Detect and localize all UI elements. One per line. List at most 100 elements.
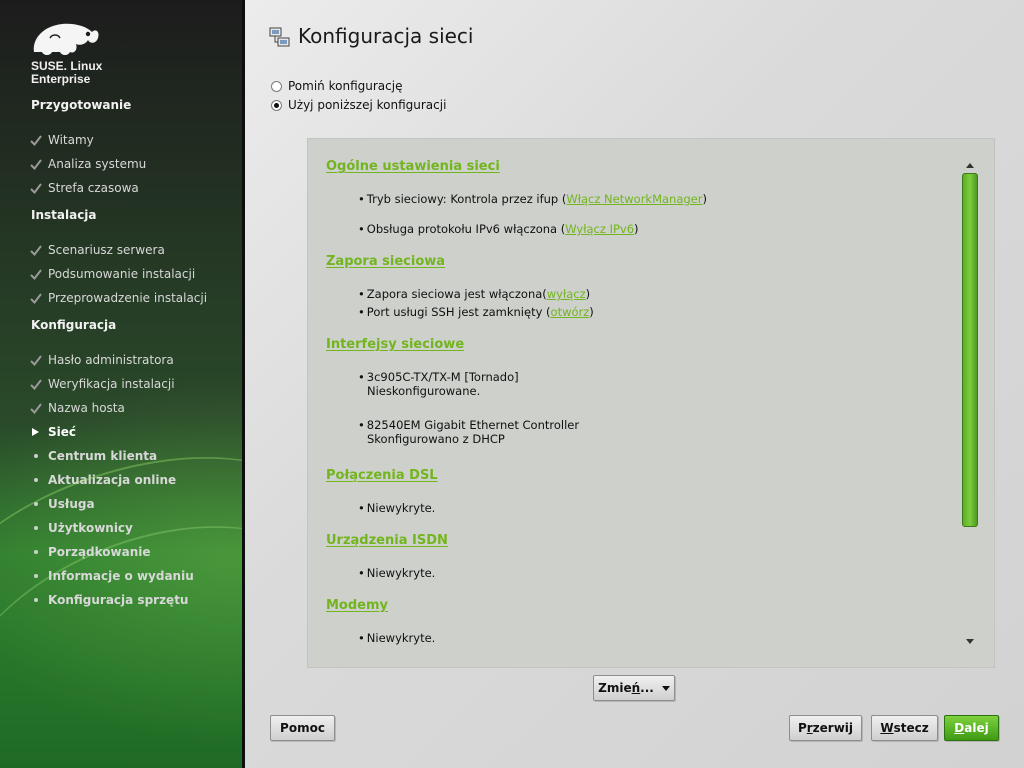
step-informacje-o-wydaniu: Informacje o wydaniu [30, 567, 194, 585]
step-label: Weryfikacja instalacji [48, 377, 175, 391]
step-analiza-systemu: Analiza systemu [30, 155, 146, 173]
checkmark-icon [30, 135, 42, 146]
skip-config-option[interactable]: Pomiń konfigurację [271, 77, 402, 95]
step-przeprowadzenie-instalacji: Przeprowadzenie instalacji [30, 289, 207, 307]
checkmark-icon [30, 403, 42, 414]
step-usluga: Usługa [30, 495, 95, 513]
checkmark-icon [30, 293, 42, 304]
scroll-up-arrow-icon[interactable] [966, 163, 974, 168]
step-label: Centrum klienta [48, 449, 158, 463]
step-label: Nazwa hosta [48, 401, 125, 415]
item-text-after: ) [634, 222, 639, 236]
item-subtext: Skonfigurowano z DHCP [367, 432, 505, 446]
step-label: Przeprowadzenie instalacji [48, 291, 208, 305]
step-siec: Sieć [30, 423, 76, 441]
radio-button-selected[interactable] [271, 99, 282, 111]
back-button[interactable]: Wstecz [871, 715, 938, 741]
section-link-network-interfaces[interactable]: Interfejsy sieciowe [326, 337, 464, 352]
change-menu-button[interactable]: Zmień... [593, 675, 675, 701]
sidebar: SUSE. Linux Enterprise Przygotowanie Wit… [0, 0, 244, 768]
step-label: Usługa [48, 497, 95, 511]
brand-text: SUSE. Linux Enterprise [31, 60, 102, 86]
step-centrum-klienta: Centrum klienta [30, 447, 157, 465]
open-ssh-port-link[interactable]: otwórz [551, 305, 590, 319]
section-instalacja: Instalacja [31, 208, 97, 222]
brand-line-2: Enterprise [31, 72, 91, 86]
checkmark-icon [30, 269, 42, 280]
chevron-down-icon [661, 685, 670, 691]
change-label: Zmień... [598, 681, 654, 695]
list-item: Niewykryte. [358, 501, 436, 515]
step-label: Podsumowanie instalacji [48, 267, 196, 281]
step-scenariusz-serwera: Scenariusz serwera [30, 241, 165, 259]
pending-dot-icon [34, 526, 38, 530]
list-item: Port usługi SSH jest zamknięty (otwórz) [358, 305, 594, 319]
scrollbar-thumb[interactable] [962, 173, 978, 527]
step-haslo-administratora: Hasło administratora [30, 351, 174, 369]
step-nazwa-hosta: Nazwa hosta [30, 399, 125, 417]
item-text: 82540EM Gigabit Ethernet Controller [366, 418, 580, 432]
step-label: Porządkowanie [48, 545, 151, 559]
disable-ipv6-link[interactable]: Wyłącz IPv6 [565, 222, 634, 236]
item-text: Zapora sieciowa jest włączona( [366, 287, 547, 301]
section-link-firewall[interactable]: Zapora sieciowa [326, 254, 445, 269]
radio-label: Użyj poniższej konfiguracji [288, 98, 447, 112]
checkmark-icon [30, 159, 42, 170]
list-item: Niewykryte. [358, 631, 436, 645]
radio-button[interactable] [271, 80, 282, 92]
section-konfiguracja: Konfiguracja [31, 318, 117, 332]
step-label: Aktualizacja online [48, 473, 177, 487]
main-content: Konfiguracja sieci Pomiń konfigurację Uż… [245, 0, 1024, 768]
use-config-option[interactable]: Użyj poniższej konfiguracji [271, 96, 446, 114]
item-text: Tryb sieciowy: Kontrola przez ifup ( [366, 192, 567, 206]
pending-dot-icon [34, 454, 38, 458]
enable-networkmanager-link[interactable]: Włącz NetworkManager [566, 192, 702, 206]
item-text-after: ) [589, 305, 594, 319]
item-text: Port usługi SSH jest zamknięty ( [366, 305, 551, 319]
disable-firewall-link[interactable]: wyłącz [547, 287, 586, 301]
item-text: Niewykryte. [366, 566, 436, 580]
step-label: Informacje o wydaniu [48, 569, 194, 583]
step-witamy: Witamy [30, 131, 94, 149]
list-item: 82540EM Gigabit Ethernet ControllerSkonf… [358, 418, 579, 446]
item-text-after: ) [585, 287, 591, 301]
list-item: Zapora sieciowa jest włączona(wyłącz) [358, 287, 590, 301]
step-label: Scenariusz serwera [48, 243, 165, 257]
step-strefa-czasowa: Strefa czasowa [30, 179, 139, 197]
section-link-isdn[interactable]: Urządzenia ISDN [326, 533, 448, 548]
step-label: Hasło administratora [48, 353, 174, 367]
help-button[interactable]: Pomoc [270, 715, 335, 741]
network-summary-panel: Ogólne ustawienia sieci Tryb sieciowy: K… [307, 138, 995, 668]
item-text: Obsługa protokołu IPv6 włączona ( [366, 222, 566, 236]
item-text: Niewykryte. [366, 631, 436, 645]
pending-dot-icon [34, 574, 38, 578]
scroll-down-arrow-icon[interactable] [966, 639, 974, 644]
step-weryfikacja-instalacji: Weryfikacja instalacji [30, 375, 175, 393]
step-label: Analiza systemu [48, 157, 147, 171]
checkmark-icon [30, 245, 42, 256]
section-link-general-settings[interactable]: Ogólne ustawienia sieci [326, 159, 500, 174]
pending-dot-icon [34, 478, 38, 482]
item-text: 3c905C-TX/TX-M [Tornado] [366, 370, 519, 384]
list-item: Obsługa protokołu IPv6 włączona (Wyłącz … [358, 222, 639, 236]
chameleon-logo [33, 23, 99, 55]
section-link-dsl[interactable]: Połączenia DSL [326, 468, 438, 483]
step-label: Witamy [48, 133, 94, 147]
current-step-arrow-icon [32, 428, 39, 436]
abort-button[interactable]: Przerwij [789, 715, 862, 741]
next-button[interactable]: Dalej [944, 715, 999, 741]
item-text-after: ) [702, 192, 707, 206]
page-title: Konfiguracja sieci [298, 24, 474, 48]
item-text: Niewykryte. [366, 501, 436, 515]
network-config-icon [269, 27, 290, 47]
back-label: Wstecz [880, 721, 929, 735]
next-label: Dalej [954, 721, 989, 735]
list-item: Niewykryte. [358, 566, 436, 580]
step-label: Konfiguracja sprzętu [48, 593, 189, 607]
abort-label: Przerwij [797, 721, 854, 735]
checkmark-icon [30, 379, 42, 390]
section-link-modems[interactable]: Modemy [326, 598, 388, 613]
step-aktualizacja-online: Aktualizacja online [30, 471, 176, 489]
pending-dot-icon [34, 550, 38, 554]
step-porzadkowanie: Porządkowanie [30, 543, 151, 561]
